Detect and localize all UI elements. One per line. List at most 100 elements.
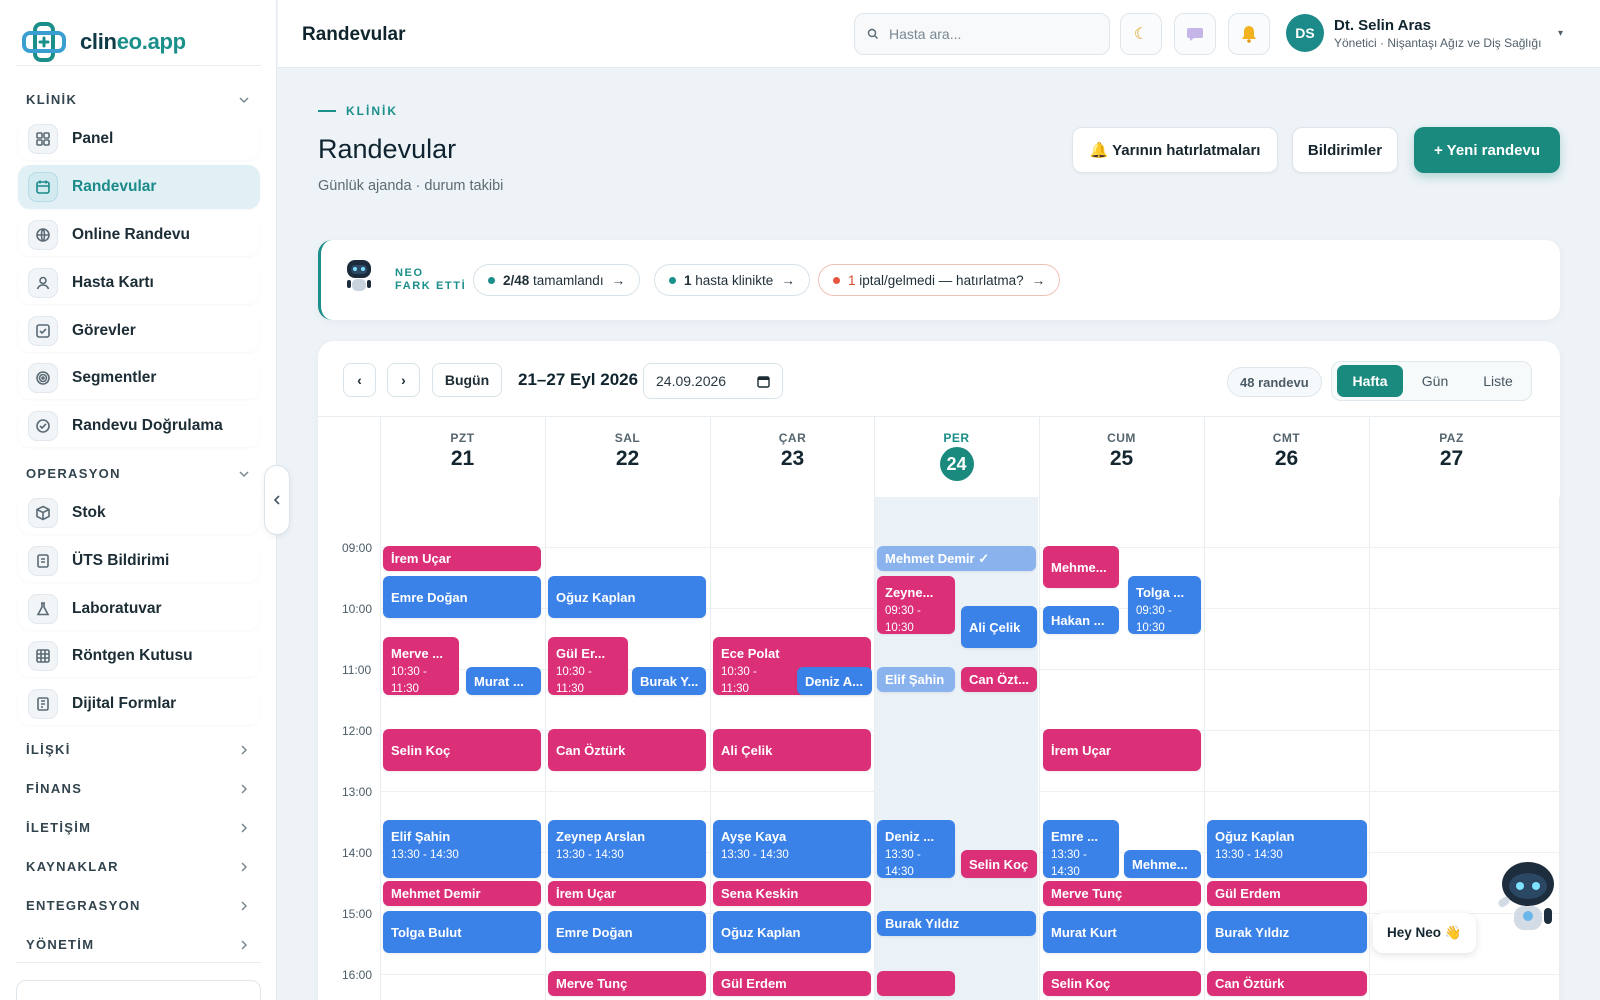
section-finans[interactable]: FİNANS bbox=[26, 781, 251, 796]
user-name[interactable]: Dt. Selin Aras bbox=[1334, 17, 1431, 34]
appointment-block[interactable]: Selin Koç bbox=[1043, 971, 1201, 996]
appointment-block[interactable]: Elif Şahin 13:30 - 14:30 bbox=[383, 820, 541, 878]
section-iliski[interactable]: İLİŞKİ bbox=[26, 742, 251, 757]
notifications-bell-button[interactable] bbox=[1228, 13, 1270, 55]
appointment-block[interactable]: Mehme... bbox=[1124, 850, 1201, 878]
appointment-block[interactable]: Mehmet Demir ✓ bbox=[877, 546, 1036, 571]
caret-down-icon[interactable]: ▾ bbox=[1558, 28, 1563, 39]
section-kaynaklar[interactable]: KAYNAKLAR bbox=[26, 859, 251, 874]
day-header[interactable]: PAZ 27 bbox=[1369, 417, 1533, 497]
view-list-button[interactable]: Liste bbox=[1467, 365, 1529, 397]
sidebar-footer-card[interactable] bbox=[16, 980, 261, 1000]
sidebar-item-panel[interactable]: Panel bbox=[18, 118, 260, 160]
appointment-block[interactable]: Gül Erdem bbox=[1207, 881, 1367, 906]
appointment-block[interactable]: Deniz A... bbox=[797, 667, 872, 695]
appointment-block[interactable]: Murat Kurt bbox=[1043, 911, 1201, 953]
cancelled-pill[interactable]: 1 iptal/gelmedi — hatırlatma? → bbox=[818, 264, 1061, 296]
appointment-block[interactable]: Murat ... bbox=[466, 667, 541, 695]
appointment-block[interactable]: Hakan ... bbox=[1043, 606, 1119, 634]
sidebar-item-hasta-karti[interactable]: Hasta Kartı bbox=[18, 262, 260, 304]
section-iletisim[interactable]: İLETİŞİM bbox=[26, 820, 251, 835]
sidebar-item-randevu-dogrulama[interactable]: Randevu Doğrulama bbox=[18, 405, 260, 447]
appointment-block[interactable]: Sena Keskin bbox=[713, 881, 871, 906]
appointment-block[interactable]: Burak Y... bbox=[632, 667, 706, 695]
appointment-block[interactable]: İrem Uçar bbox=[383, 546, 541, 571]
day-header[interactable]: SAL 22 bbox=[545, 417, 709, 497]
appointment-block[interactable]: Elif Şahin bbox=[877, 667, 955, 692]
sidebar-item-stok[interactable]: Stok bbox=[18, 492, 260, 534]
sidebar-item-rontgen-kutusu[interactable]: Röntgen Kutusu bbox=[18, 635, 260, 677]
appointment-block[interactable]: Zeynep Arslan 13:30 - 14:30 bbox=[548, 820, 706, 878]
appointment-block[interactable]: Ayşe Kaya 13:30 - 14:30 bbox=[713, 820, 871, 878]
appointment-block[interactable]: Selin Koç bbox=[383, 729, 541, 771]
day-header[interactable]: PZT 21 bbox=[380, 417, 544, 497]
completed-pill[interactable]: 2/48 tamamlandı → bbox=[473, 264, 641, 296]
appointment-block[interactable]: Ali Çelik bbox=[713, 729, 871, 771]
dark-mode-toggle[interactable]: ☾ bbox=[1120, 13, 1162, 55]
day-header[interactable]: CMT 26 bbox=[1204, 417, 1368, 497]
sidebar-item-segmentler[interactable]: Segmentler bbox=[18, 357, 260, 399]
sidebar-item-dijital-formlar[interactable]: Dijital Formlar bbox=[18, 683, 260, 725]
sidebar-item-gorevler[interactable]: Görevler bbox=[18, 310, 260, 352]
appointment-block[interactable]: Emre Doğan bbox=[383, 576, 541, 618]
appointment-block[interactable]: Zeyne... 09:30 - 10:30 bbox=[877, 576, 955, 634]
day-header-today[interactable]: PER 24 bbox=[874, 417, 1038, 497]
appointment-block[interactable] bbox=[877, 971, 955, 996]
appointment-block[interactable]: Gül Erdem bbox=[713, 971, 871, 996]
sidebar-collapse-button[interactable] bbox=[264, 465, 290, 535]
appointment-block[interactable]: Tolga Bulut bbox=[383, 911, 541, 953]
tomorrow-reminders-button[interactable]: 🔔 Yarının hatırlatmaları bbox=[1072, 127, 1278, 173]
appointment-block[interactable]: Ali Çelik bbox=[961, 606, 1037, 648]
appointment-name: Elif Şahin bbox=[391, 829, 451, 844]
appointment-block[interactable]: Can Özt... bbox=[961, 667, 1037, 692]
section-operasyon[interactable]: OPERASYON bbox=[26, 466, 251, 481]
prev-week-button[interactable]: ‹ bbox=[343, 363, 376, 397]
sidebar-item-laboratuvar[interactable]: Laboratuvar bbox=[18, 588, 260, 630]
appointment-block[interactable]: Merve Tunç bbox=[548, 971, 706, 996]
appointment-block[interactable]: Mehme... bbox=[1043, 546, 1119, 588]
appointment-block[interactable]: Deniz ... 13:30 - 14:30 bbox=[877, 820, 955, 878]
hey-neo-button[interactable]: Hey Neo 👋 bbox=[1373, 913, 1476, 953]
robot-assistant-icon[interactable] bbox=[1492, 854, 1560, 938]
appointment-time-end: 10:30 bbox=[1136, 622, 1165, 634]
appointment-block[interactable]: Oğuz Kaplan 13:30 - 14:30 bbox=[1207, 820, 1367, 878]
appointment-block[interactable]: Emre ... 13:30 - 14:30 bbox=[1043, 820, 1119, 878]
appointment-block[interactable]: Mehmet Demir bbox=[383, 881, 541, 906]
appointment-block[interactable]: Burak Yıldız bbox=[1207, 911, 1367, 953]
notifications-button[interactable]: Bildirimler bbox=[1292, 127, 1398, 173]
appointment-block[interactable]: İrem Uçar bbox=[1043, 729, 1201, 771]
section-yonetim[interactable]: YÖNETİM bbox=[26, 937, 251, 952]
appointment-block[interactable]: Burak Yıldız bbox=[877, 911, 1036, 936]
date-picker-input[interactable]: 24.09.2026 bbox=[643, 363, 783, 399]
view-day-button[interactable]: Gün bbox=[1406, 365, 1464, 397]
appointment-block[interactable]: Gül Er... 10:30 - 11:30 bbox=[548, 637, 628, 695]
new-appointment-button[interactable]: + Yeni randevu bbox=[1414, 127, 1560, 173]
today-button[interactable]: Bugün bbox=[432, 363, 502, 397]
status-dot bbox=[669, 276, 676, 284]
appointment-block[interactable]: Oğuz Kaplan bbox=[713, 911, 871, 953]
appointment-block[interactable]: Oğuz Kaplan bbox=[548, 576, 706, 618]
messages-button[interactable] bbox=[1174, 13, 1216, 55]
appointment-block[interactable]: Tolga ... 09:30 - 10:30 bbox=[1128, 576, 1201, 634]
section-entegrasyon[interactable]: ENTEGRASYON bbox=[26, 898, 251, 913]
appointment-block[interactable]: İrem Uçar bbox=[548, 881, 706, 906]
sidebar-item-uts-bildirimi[interactable]: ÜTS Bildirimi bbox=[18, 540, 260, 582]
search-input[interactable] bbox=[889, 26, 1089, 42]
section-klinik[interactable]: KLİNİK bbox=[26, 92, 251, 107]
search-box[interactable] bbox=[854, 13, 1110, 55]
view-week-button[interactable]: Hafta bbox=[1337, 365, 1403, 397]
appointment-block[interactable]: Merve Tunç bbox=[1043, 881, 1201, 906]
sidebar-item-randevular[interactable]: Randevular bbox=[18, 165, 260, 209]
appointment-block[interactable]: Can Öztürk bbox=[1207, 971, 1367, 996]
appointment-block[interactable]: Emre Doğan bbox=[548, 911, 706, 953]
appointment-block[interactable]: Merve ... 10:30 - 11:30 bbox=[383, 637, 459, 695]
appointment-block[interactable]: Selin Koç bbox=[961, 850, 1037, 878]
appointment-block[interactable]: Can Öztürk bbox=[548, 729, 706, 771]
avatar[interactable]: DS bbox=[1286, 14, 1324, 52]
brand-logo[interactable]: clineo.app bbox=[18, 20, 186, 64]
day-header[interactable]: CUM 25 bbox=[1039, 417, 1203, 497]
next-week-button[interactable]: › bbox=[387, 363, 420, 397]
in-clinic-pill[interactable]: 1 hasta klinikte → bbox=[654, 264, 810, 296]
day-header[interactable]: ÇAR 23 bbox=[710, 417, 874, 497]
sidebar-item-online-randevu[interactable]: Online Randevu bbox=[18, 214, 260, 256]
